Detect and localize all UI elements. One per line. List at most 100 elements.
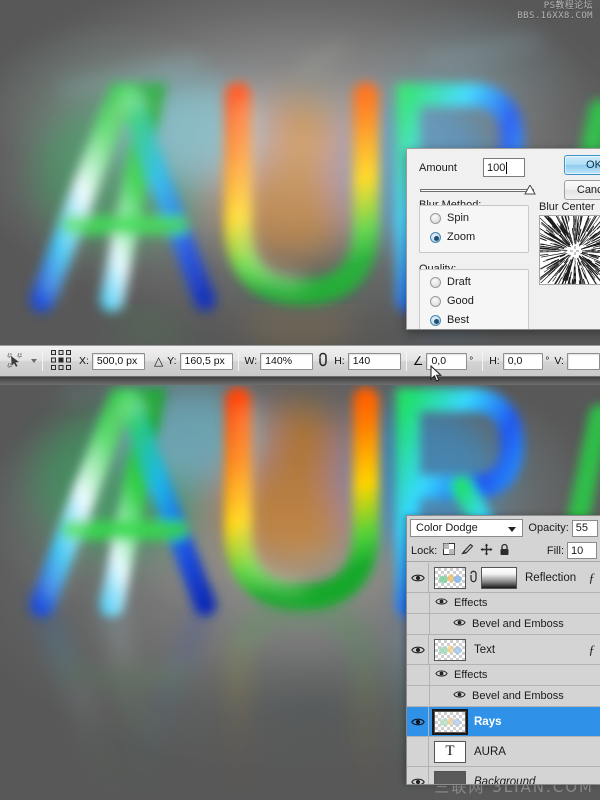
layer-fx-icon[interactable]: ƒ [589, 570, 596, 586]
visibility-toggle[interactable] [407, 635, 429, 664]
layers-panel-lock-row: Lock: Fill: 10 [407, 540, 600, 562]
blend-mode-dropdown[interactable]: Color Dodge [410, 519, 524, 537]
blur-method-group: Spin Zoom [419, 205, 529, 253]
blend-mode-value: Color Dodge [416, 522, 478, 534]
amount-label: Amount [419, 161, 457, 174]
layer-thumbnail [432, 708, 468, 735]
tool-preset-chevron-down-icon[interactable] [31, 359, 37, 363]
blur-center-preview[interactable] [539, 215, 600, 285]
radio-spin-indicator [430, 212, 441, 224]
layer-fx-icon[interactable]: ƒ [589, 642, 596, 658]
eye-icon [453, 619, 466, 626]
layer-row-reflection[interactable]: Reflection ƒ [407, 563, 600, 593]
effect-row-bevel-emboss[interactable]: Bevel and Emboss [407, 614, 600, 635]
radio-draft-label: Draft [447, 276, 471, 288]
x-position-field[interactable]: 500,0 px [91, 352, 145, 370]
height-value: 140 [352, 355, 371, 367]
layer-thumbnail-cell[interactable] [429, 638, 466, 661]
height-label: H: [334, 355, 345, 367]
lock-transparency-icon[interactable] [443, 543, 456, 558]
rotation-unit: ° [469, 355, 474, 367]
eye-icon [410, 778, 425, 784]
radio-best-indicator [430, 314, 441, 326]
effects-group-row[interactable]: Effects [407, 593, 600, 614]
layer-row-text[interactable]: Text ƒ [407, 635, 600, 665]
opacity-label: Opacity: [528, 522, 569, 534]
y-position-field[interactable]: 160,5 px [179, 352, 233, 370]
effects-label: Effects [454, 597, 488, 609]
amount-row: Amount 100 [419, 158, 525, 177]
radio-draft[interactable]: Draft [430, 276, 471, 288]
radio-zoom[interactable]: Zoom [430, 231, 475, 243]
divider [482, 351, 484, 371]
opacity-field[interactable]: 55 [571, 519, 598, 537]
layer-mask-link-icon[interactable] [469, 570, 478, 586]
effects-visibility-toggle[interactable] [435, 669, 448, 681]
layer-row-background[interactable]: Background [407, 767, 600, 784]
effects-group-row[interactable]: Effects [407, 665, 600, 686]
effect-label: Bevel and Emboss [472, 690, 564, 702]
divider [429, 614, 430, 634]
layer-thumbnail-cell[interactable] [429, 708, 468, 735]
radio-zoom-indicator [430, 231, 441, 243]
effect-visibility-toggle[interactable] [453, 690, 466, 702]
blur-center-rays [540, 216, 600, 284]
layer-thumbnail-cell[interactable] [429, 770, 466, 784]
lock-image-pixels-icon[interactable] [461, 543, 474, 558]
cancel-button-label: Cancel [576, 184, 600, 196]
layers-list[interactable]: Reflection ƒ Effects Bevel and Emboss Te… [407, 563, 600, 784]
radio-best[interactable]: Best [430, 314, 469, 326]
fill-label: Fill: [546, 544, 564, 557]
watermark-top: PS教程论坛 BBS.16XX8.COM [517, 1, 593, 22]
layer-row-rays[interactable]: Rays [407, 707, 600, 737]
eye-icon [435, 670, 448, 677]
layer-thumbnail [434, 638, 466, 661]
lock-position-icon[interactable] [480, 543, 493, 559]
radio-good[interactable]: Good [430, 295, 474, 307]
skew-v-field[interactable] [566, 352, 600, 370]
x-position-value: 500,0 px [96, 355, 138, 367]
visibility-toggle[interactable] [407, 563, 429, 592]
radio-best-label: Best [447, 314, 470, 326]
reference-point-grid-icon[interactable] [50, 349, 72, 374]
lock-icon-group [443, 543, 510, 559]
slider-thumb[interactable] [524, 185, 536, 195]
visibility-toggle[interactable] [407, 707, 429, 736]
width-label: W: [244, 355, 258, 367]
chain-link-icon[interactable] [317, 352, 329, 371]
x-position-label: X: [79, 355, 89, 367]
chevron-down-icon [508, 527, 517, 532]
visibility-toggle[interactable] [407, 767, 429, 784]
options-bar[interactable]: X: 500,0 px △ Y: 160,5 px W: 140% H: 140… [0, 345, 600, 377]
effect-visibility-toggle[interactable] [453, 618, 466, 630]
fill-field[interactable]: 10 [567, 542, 597, 559]
height-field[interactable]: 140 [347, 352, 401, 370]
y-position-label: Y: [167, 355, 177, 367]
width-field[interactable]: 140% [260, 352, 314, 370]
effects-label: Effects [454, 669, 488, 681]
amount-slider[interactable] [420, 185, 538, 195]
effect-row-bevel-emboss[interactable]: Bevel and Emboss [407, 686, 600, 707]
skew-h-field[interactable]: 0,0 [502, 352, 544, 370]
rotation-field[interactable]: 0,0 [426, 352, 468, 370]
options-bar-shadow [0, 377, 600, 385]
radial-blur-dialog[interactable]: Amount 100 Blur Method: Spin Zoom Qualit… [406, 148, 600, 330]
text-caret [506, 161, 508, 174]
divider [42, 351, 43, 371]
radio-spin[interactable]: Spin [430, 212, 469, 224]
lock-all-icon[interactable] [499, 543, 510, 559]
amount-input[interactable]: 100 [483, 158, 525, 177]
move-tool-icon[interactable] [5, 351, 25, 371]
divider [405, 351, 407, 371]
visibility-toggle[interactable] [407, 737, 429, 766]
layer-row-aura[interactable]: T AURA [407, 737, 600, 767]
layer-name: Text [474, 643, 496, 656]
ok-button[interactable]: OK [564, 155, 600, 175]
layers-panel[interactable]: Color Dodge Opacity: 55 Lock: Fill: 10 R… [406, 515, 600, 785]
layer-thumbnail-cell[interactable] [429, 566, 517, 589]
effects-visibility-toggle[interactable] [435, 597, 448, 609]
cancel-button[interactable]: Cancel [564, 180, 600, 200]
layer-mask-thumbnail[interactable] [481, 566, 517, 589]
y-position-value: 160,5 px [184, 355, 225, 367]
layer-thumbnail-cell[interactable]: T [429, 740, 466, 763]
